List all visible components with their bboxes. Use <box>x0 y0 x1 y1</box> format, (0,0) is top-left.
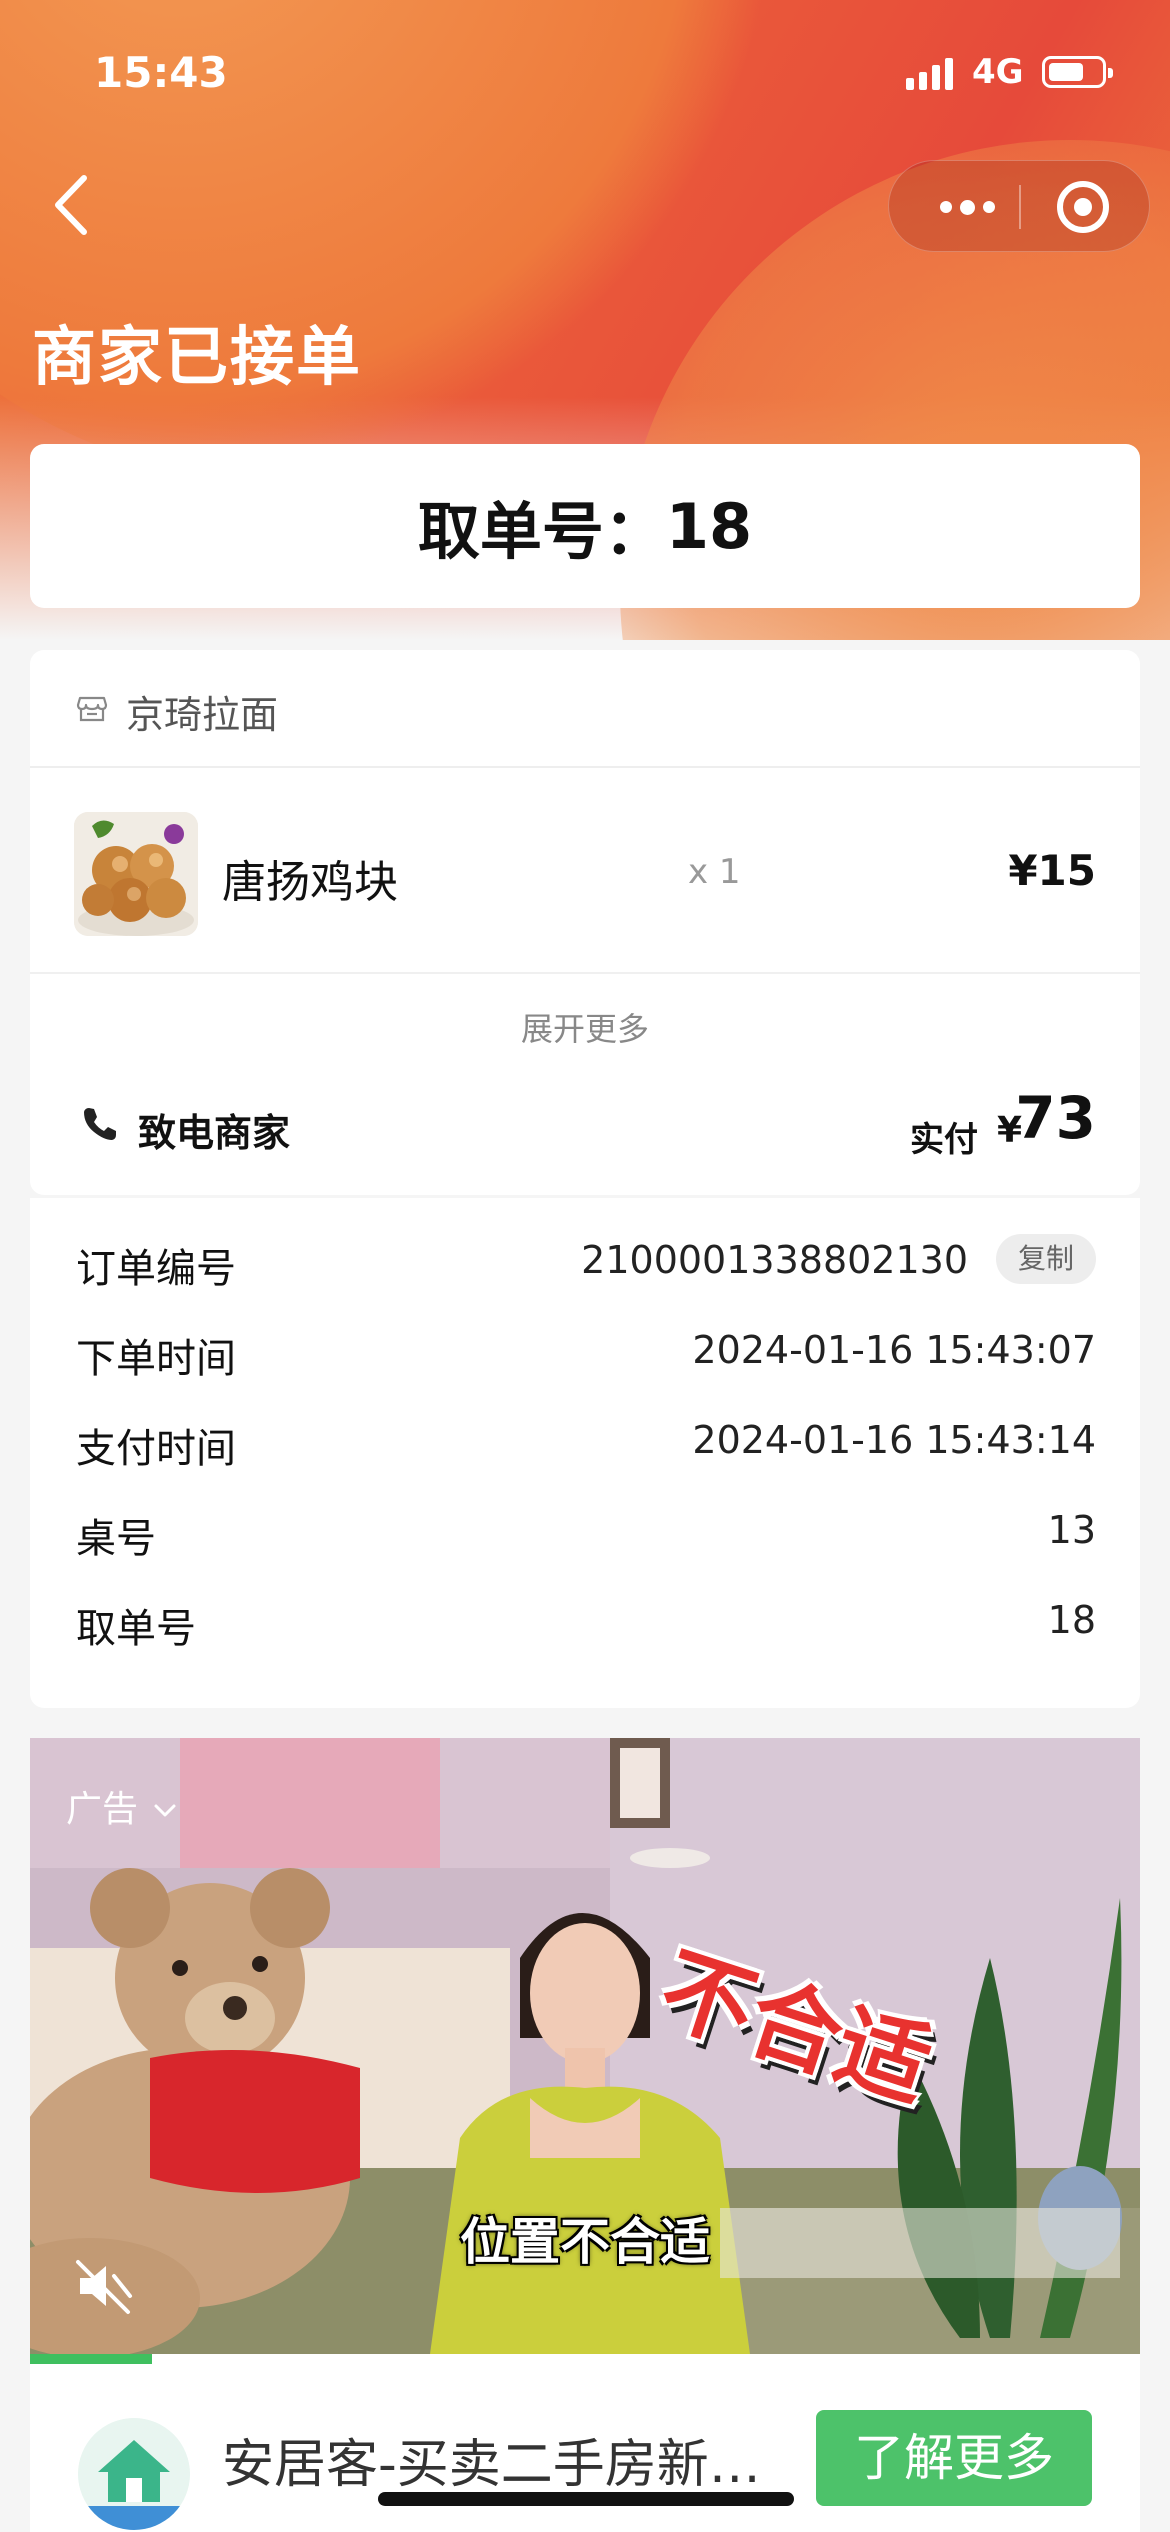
phone-icon[interactable] <box>80 1104 120 1144</box>
order-summary-card: 京琦拉面 唐扬鸡块 x 1 ¥15 展开更多 致电商家 实付 ¥ 73 <box>30 650 1140 1195</box>
detail-row-order-time: 下单时间 2024-01-16 15:43:07 <box>30 1318 1140 1382</box>
network-type: 4G <box>972 52 1024 92</box>
chevron-down-icon <box>154 1804 176 1817</box>
home-indicator[interactable] <box>378 2492 794 2506</box>
detail-row-pay-time: 支付时间 2024-01-16 15:43:14 <box>30 1408 1140 1472</box>
ad-logo <box>78 2418 190 2530</box>
capsule-divider <box>1019 185 1021 229</box>
shop-name: 京琦拉面 <box>126 693 279 737</box>
item-price: ¥15 <box>1008 846 1096 895</box>
more-dots-icon[interactable] <box>927 161 1007 253</box>
detail-row-table: 桌号 13 <box>30 1498 1140 1562</box>
ad-info-bar[interactable]: 安居客-买卖二手房新… 了解更多 <box>30 2364 1140 2532</box>
order-item-row: 唐扬鸡块 x 1 ¥15 <box>30 770 1140 974</box>
item-name: 唐扬鸡块 <box>222 857 398 908</box>
expand-more-button[interactable]: 展开更多 <box>30 1004 1140 1050</box>
detail-label: 取单号 <box>76 1606 196 1652</box>
paid-amount: 73 <box>1015 1084 1096 1152</box>
signal-icon <box>906 56 953 90</box>
status-bar: 15:43 4G <box>0 44 1170 104</box>
detail-value: 2024-01-16 15:43:07 <box>692 1328 1096 1372</box>
food-image <box>74 812 198 936</box>
call-merchant-button[interactable]: 致电商家 <box>138 1102 290 1157</box>
detail-value: 2024-01-16 15:43:14 <box>692 1418 1096 1462</box>
payment-row: 致电商家 实付 ¥ 73 <box>30 1080 1140 1170</box>
detail-value: 18 <box>1047 1598 1096 1642</box>
shop-row[interactable]: 京琦拉面 <box>30 650 1140 768</box>
detail-value: 13 <box>1047 1508 1096 1552</box>
target-circle-icon[interactable] <box>1057 181 1109 233</box>
detail-label: 订单编号 <box>76 1246 236 1292</box>
detail-label: 桌号 <box>76 1516 156 1562</box>
detail-label: 下单时间 <box>76 1336 236 1382</box>
item-quantity: x 1 <box>688 852 741 892</box>
order-number-value: 2100001338802130 <box>581 1238 968 1282</box>
ad-label-text: 广告 <box>66 1789 139 1830</box>
page-title: 商家已接单 <box>32 321 362 395</box>
pickup-number: 18 <box>665 489 753 563</box>
ad-progress-fill <box>30 2354 153 2364</box>
mini-program-capsule <box>888 160 1150 252</box>
order-details-card: 订单编号 2100001338802130 复制 下单时间 2024-01-16… <box>30 1198 1140 1708</box>
mute-icon[interactable] <box>72 2254 136 2318</box>
chevron-left-icon <box>55 175 87 235</box>
learn-more-button[interactable]: 了解更多 <box>816 2410 1092 2506</box>
order-detail-page: 15:43 4G 商家已接单 取单号： 18 京琦拉面 唐扬鸡块 x 1 ¥15… <box>0 0 1170 2532</box>
store-icon <box>76 696 108 722</box>
copy-button[interactable]: 复制 <box>996 1234 1096 1284</box>
detail-label: 支付时间 <box>76 1426 236 1472</box>
detail-row-order-number: 订单编号 2100001338802130 复制 <box>30 1228 1140 1292</box>
ad-video[interactable]: 广告 不合适 位置不合适 <box>30 1738 1140 2354</box>
ad-caption: 位置不合适 <box>460 2213 710 2271</box>
status-time: 15:43 <box>94 48 228 97</box>
back-button[interactable] <box>48 170 98 240</box>
battery-icon <box>1042 56 1113 88</box>
detail-row-pickup: 取单号 18 <box>30 1588 1140 1652</box>
pickup-label: 取单号： <box>417 495 666 568</box>
pickup-number-card: 取单号： 18 <box>30 444 1140 608</box>
paid-label: 实付 <box>910 1120 978 1160</box>
ad-progress-bar <box>30 2354 1140 2364</box>
ad-label[interactable]: 广告 <box>66 1780 177 1832</box>
ad-title[interactable]: 安居客-买卖二手房新… <box>222 2422 802 2497</box>
